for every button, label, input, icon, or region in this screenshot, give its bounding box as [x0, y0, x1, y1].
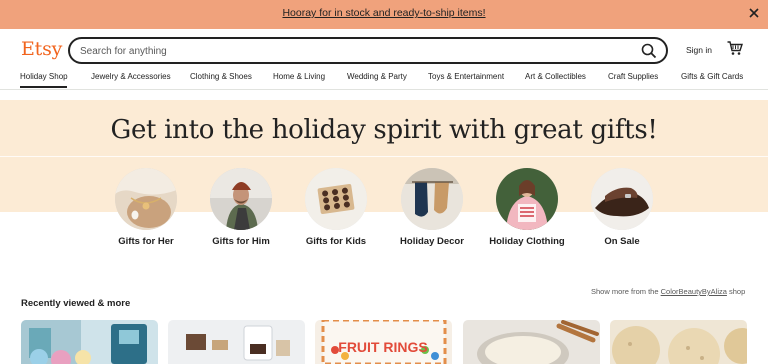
- holiday-clothing-image: [496, 168, 558, 230]
- category-label: Holiday Clothing: [489, 236, 565, 247]
- shop-link[interactable]: ColorBeautyByAliza: [661, 287, 727, 296]
- category-on-sale[interactable]: On Sale: [574, 168, 670, 248]
- hero-divider: [0, 156, 768, 157]
- hero-title: Get into the holiday spirit with great g…: [110, 115, 658, 145]
- nav-item-jewelry-accessories[interactable]: Jewelry & Accessories: [91, 72, 171, 81]
- nav-item-gifts-gift-cards[interactable]: Gifts & Gift Cards: [681, 72, 743, 81]
- nav-item-art-collectibles[interactable]: Art & Collectibles: [525, 72, 586, 81]
- nav-item-toys-entertainment[interactable]: Toys & Entertainment: [428, 72, 504, 81]
- holiday-decor-image: [401, 168, 463, 230]
- promo-banner: Hooray for in stock and ready-to-ship it…: [0, 0, 768, 29]
- sign-in-link[interactable]: Sign in: [686, 45, 712, 55]
- promo-link[interactable]: Hooray for in stock and ready-to-ship it…: [0, 7, 768, 19]
- gifts-for-kids-image: [305, 168, 367, 230]
- close-icon[interactable]: [747, 6, 761, 20]
- recently-viewed-title: Recently viewed & more: [21, 298, 131, 309]
- listing-card-fruit-rings[interactable]: FRUIT RINGS: [315, 320, 452, 364]
- category-holiday-clothing[interactable]: Holiday Clothing: [479, 168, 575, 248]
- search-bar: [68, 37, 668, 64]
- category-gifts-for-her[interactable]: Gifts for Her: [98, 168, 194, 248]
- category-label: On Sale: [604, 236, 640, 247]
- shop-more-prefix: Show more from the: [591, 287, 659, 296]
- search-input[interactable]: [80, 43, 620, 59]
- cart-icon[interactable]: [727, 41, 743, 56]
- search-icon[interactable]: [640, 42, 658, 60]
- etsy-logo[interactable]: Etsy: [21, 38, 62, 60]
- nav-item-wedding-party[interactable]: Wedding & Party: [347, 72, 407, 81]
- nav-item-clothing-shoes[interactable]: Clothing & Shoes: [190, 72, 252, 81]
- category-label: Gifts for Kids: [305, 236, 367, 247]
- listing-card-cookies[interactable]: [610, 320, 747, 364]
- category-gifts-for-him[interactable]: Gifts for Him: [193, 168, 289, 248]
- holiday-categories: Gifts for Her Gifts for Him Gifts for Ki…: [0, 168, 768, 268]
- nav-item-home-living[interactable]: Home & Living: [273, 72, 325, 81]
- listing-card-bath-bombs[interactable]: [21, 320, 158, 364]
- gifts-for-her-image: [115, 168, 177, 230]
- category-holiday-decor[interactable]: Holiday Decor: [384, 168, 480, 248]
- recently-viewed-list: FRUIT RINGS: [0, 320, 768, 364]
- category-label: Holiday Decor: [400, 236, 464, 247]
- gifts-for-him-image: [210, 168, 272, 230]
- nav-item-holiday-shop[interactable]: Holiday Shop: [20, 72, 68, 81]
- listing-card-soap[interactable]: [463, 320, 600, 364]
- category-gifts-for-kids[interactable]: Gifts for Kids: [288, 168, 384, 248]
- shop-more-text: Show more from the ColorBeautyByAliza sh…: [591, 287, 745, 296]
- category-nav: Holiday Shop Jewelry & Accessories Cloth…: [0, 71, 768, 89]
- category-label: Gifts for Her: [118, 236, 174, 247]
- header-divider: [0, 89, 768, 90]
- on-sale-image: [591, 168, 653, 230]
- shop-more-suffix: shop: [729, 287, 746, 296]
- nav-item-craft-supplies[interactable]: Craft Supplies: [608, 72, 658, 81]
- active-tab-indicator: [20, 86, 67, 88]
- listing-card-smores[interactable]: [168, 320, 305, 364]
- card-product-text: FRUIT RINGS: [338, 339, 427, 355]
- category-label: Gifts for Him: [212, 236, 270, 247]
